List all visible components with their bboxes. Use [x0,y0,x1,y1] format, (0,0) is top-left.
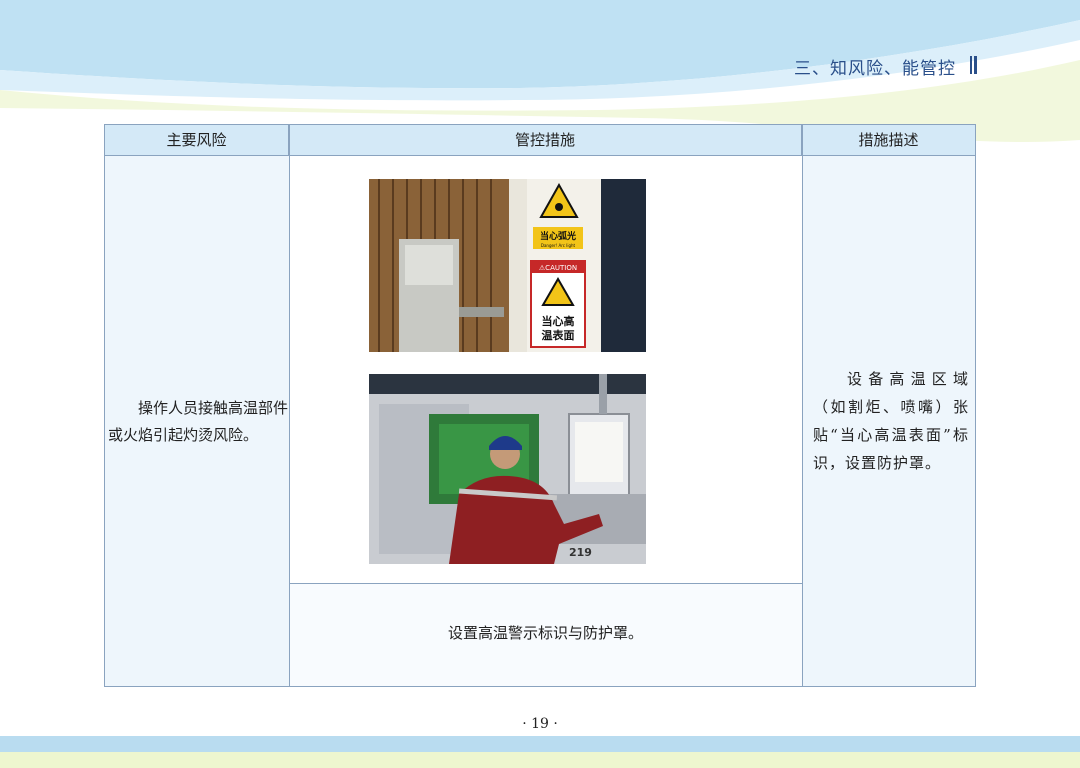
machine-operator-photo: 219 [369,374,646,564]
svg-text:当心高: 当心高 [542,314,575,328]
risk-control-table: 主要风险 管控措施 措施描述 操作人员接触高温部件或火焰引起灼烫风险。 设备高温… [104,124,976,687]
svg-text:219: 219 [569,546,592,559]
section-title: 三、知风险、能管控 [794,59,956,79]
row-divider [289,583,802,584]
warning-sign-photo: 当心弧光 Danger! Arc light ⚠CAUTION 当心高 温表面 [369,179,646,352]
header-divider [105,155,975,156]
svg-text:当心弧光: 当心弧光 [540,230,576,242]
footer-band [0,736,1080,752]
column-divider [289,125,290,686]
svg-text:⚠CAUTION: ⚠CAUTION [539,264,577,272]
risk-text: 操作人员接触高温部件或火焰引起灼烫风险。 [108,399,289,444]
column-divider [802,125,803,686]
header-measure: 管控措施 [289,125,802,155]
footer-band-light [0,752,1080,768]
measure-text: 设置高温警示标识与防护罩。 [447,624,643,642]
page-number: · 19 · [522,716,558,732]
svg-text:温表面: 温表面 [542,328,575,342]
description-text: 设备高温区域（如割炬、喷嘴）张贴“当心高温表面”标识，设置防护罩。 [813,370,969,472]
header-description: 措施描述 [802,125,975,155]
section-marker-icon [970,56,977,74]
svg-text:Danger! Arc light: Danger! Arc light [541,243,576,248]
header-risk: 主要风险 [105,125,289,155]
